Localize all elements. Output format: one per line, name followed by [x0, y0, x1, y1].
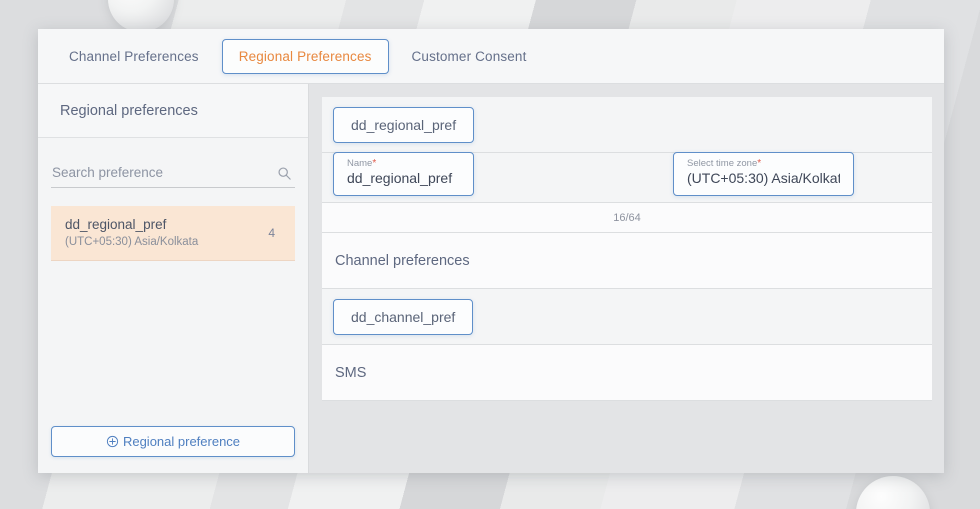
search-preference-field[interactable]	[51, 165, 295, 188]
app-window: Channel Preferences Regional Preferences…	[38, 29, 944, 473]
regional-preference-chip[interactable]: dd_regional_pref	[333, 106, 475, 143]
counter-row: 16/64	[322, 203, 932, 233]
channel-item-sms: SMS	[335, 364, 367, 381]
regional-chip-row: dd_regional_pref	[322, 97, 932, 153]
list-item-name: dd_regional_pref	[65, 217, 167, 232]
sidebar-footer: Regional preference	[38, 426, 308, 473]
required-asterisk: *	[757, 158, 762, 169]
timezone-field-input[interactable]	[687, 170, 840, 186]
sidebar-content: dd_regional_pref (UTC+05:30) Asia/Kolkat…	[38, 138, 308, 426]
search-input[interactable]	[51, 165, 295, 180]
tab-regional-preferences[interactable]: Regional Preferences	[221, 38, 389, 74]
list-item-count-badge: 4	[268, 225, 275, 240]
channel-preferences-title: Channel preferences	[335, 252, 470, 269]
main-body: Regional preferences dd_regional_pref	[38, 84, 944, 473]
character-counter: 16/64	[613, 211, 641, 224]
timezone-field[interactable]: Select time zone*	[673, 152, 854, 196]
channel-item-row[interactable]: SMS	[322, 345, 932, 401]
content-rows: dd_regional_pref Name* Select time zone*	[322, 97, 932, 473]
content-panel: dd_regional_pref Name* Select time zone*	[309, 84, 944, 473]
list-item-text: dd_regional_pref (UTC+05:30) Asia/Kolkat…	[65, 217, 198, 248]
tab-customer-consent[interactable]: Customer Consent	[395, 39, 544, 74]
sidebar-title: Regional preferences	[38, 84, 308, 138]
tab-channel-preferences[interactable]: Channel Preferences	[52, 39, 216, 74]
channel-preference-chip[interactable]: dd_channel_pref	[333, 298, 474, 335]
required-asterisk: *	[372, 158, 377, 169]
name-field-label: Name*	[347, 158, 377, 169]
list-item-subtitle: (UTC+05:30) Asia/Kolkata	[65, 236, 199, 248]
circle-plus-icon	[106, 435, 119, 448]
sidebar: Regional preferences dd_regional_pref	[38, 84, 309, 473]
list-item[interactable]: dd_regional_pref (UTC+05:30) Asia/Kolkat…	[51, 206, 295, 261]
name-field[interactable]: Name*	[333, 152, 474, 196]
channel-chip-row: dd_channel_pref	[322, 289, 932, 345]
search-icon[interactable]	[277, 166, 292, 186]
timezone-field-label: Select time zone*	[687, 158, 762, 169]
add-regional-preference-button[interactable]: Regional preference	[51, 426, 295, 457]
content-empty-space	[322, 401, 932, 473]
name-field-input[interactable]	[347, 170, 460, 186]
tab-bar: Channel Preferences Regional Preferences…	[38, 29, 944, 84]
preference-list: dd_regional_pref (UTC+05:30) Asia/Kolkat…	[51, 206, 295, 261]
channel-section-header-row: Channel preferences	[322, 233, 932, 289]
add-button-label: Regional preference	[122, 434, 241, 449]
fields-row: Name* Select time zone*	[322, 152, 932, 203]
